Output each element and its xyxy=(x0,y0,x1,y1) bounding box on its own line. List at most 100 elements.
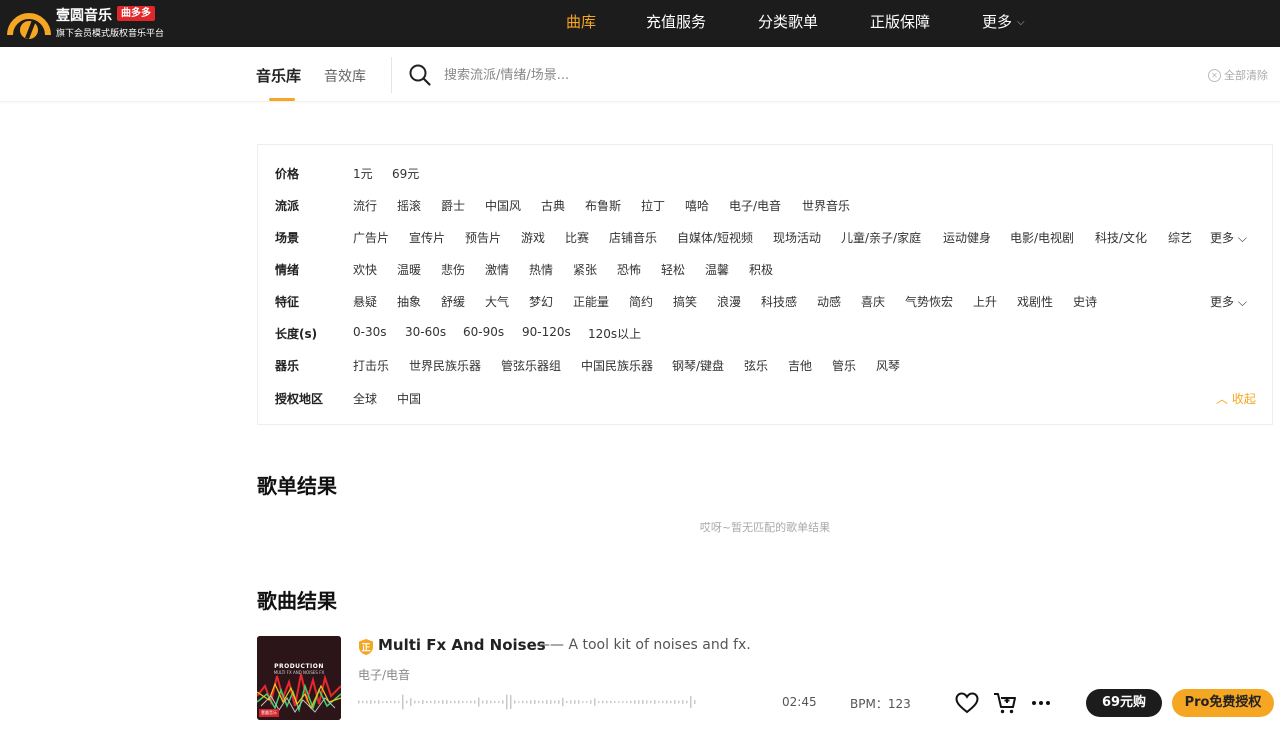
filter-option[interactable]: 史诗 xyxy=(1073,293,1097,310)
filter-option[interactable]: 120s以上 xyxy=(588,325,641,342)
filter-option[interactable]: 大气 xyxy=(485,293,509,310)
more-icon[interactable] xyxy=(1028,690,1054,716)
filter-option[interactable]: 0-30s xyxy=(353,325,387,339)
filter-option[interactable]: 舒缓 xyxy=(441,293,465,310)
filter-option[interactable]: 30-60s xyxy=(405,325,446,339)
filter-option[interactable]: 上升 xyxy=(973,293,997,310)
nav-more[interactable]: 更多 ⌵ xyxy=(982,0,1025,47)
filter-option[interactable]: 吉他 xyxy=(788,357,812,374)
heart-icon[interactable] xyxy=(954,690,980,716)
filter-option[interactable]: 69元 xyxy=(392,165,419,182)
filter-option[interactable]: 世界民族乐器 xyxy=(409,357,481,374)
filter-option[interactable]: 比赛 xyxy=(565,229,589,246)
filter-option[interactable]: 摇滚 xyxy=(397,197,421,214)
waveform-bar xyxy=(506,694,508,710)
filter-option[interactable]: 1元 xyxy=(353,165,373,182)
waveform-bar xyxy=(370,700,372,704)
song-title[interactable]: Multi Fx And Noises xyxy=(378,636,546,654)
waveform-bar xyxy=(538,700,540,704)
waveform-bar xyxy=(634,700,636,704)
more-options-button[interactable]: 更多 ⌵ xyxy=(1210,229,1247,246)
filter-option[interactable]: 喜庆 xyxy=(861,293,885,310)
collapse-button[interactable]: ︿ 收起 xyxy=(1216,390,1256,407)
song-genre-tag[interactable]: 电子/电音 xyxy=(358,666,410,683)
filter-option[interactable]: 综艺 xyxy=(1168,229,1192,246)
filter-option[interactable]: 布鲁斯 xyxy=(585,197,621,214)
search-input[interactable] xyxy=(444,64,1144,86)
filter-option[interactable]: 热情 xyxy=(529,261,553,278)
filter-option[interactable]: 温暖 xyxy=(397,261,421,278)
cart-icon[interactable] xyxy=(992,690,1018,716)
filter-option[interactable]: 悬疑 xyxy=(353,293,377,310)
nav-playlists[interactable]: 分类歌单 xyxy=(758,0,818,47)
filter-option[interactable]: 恐怖 xyxy=(617,261,641,278)
filter-option[interactable]: 浪漫 xyxy=(717,293,741,310)
filter-option[interactable]: 广告片 xyxy=(353,229,389,246)
filter-option[interactable]: 悲伤 xyxy=(441,261,465,278)
waveform-bar xyxy=(474,700,476,704)
filter-option[interactable]: 世界音乐 xyxy=(802,197,850,214)
brand-name[interactable]: 壹圆音乐 xyxy=(56,5,112,25)
pro-license-button[interactable]: Pro免费授权 xyxy=(1172,689,1274,717)
filter-option[interactable]: 搞笑 xyxy=(673,293,697,310)
filter-option[interactable]: 流行 xyxy=(353,197,377,214)
song-cover[interactable]: PRODUCTION MULTI FX AND NOISES FX 壹圆音乐 xyxy=(257,636,341,720)
filter-option[interactable]: 积极 xyxy=(749,261,773,278)
filter-option[interactable]: 正能量 xyxy=(573,293,609,310)
filter-option[interactable]: 现场活动 xyxy=(773,229,821,246)
filter-option[interactable]: 儿童/亲子/家庭 xyxy=(841,229,921,246)
filter-option[interactable]: 管弦乐器组 xyxy=(501,357,561,374)
filter-option[interactable]: 科技感 xyxy=(761,293,797,310)
filter-option[interactable]: 简约 xyxy=(629,293,653,310)
filter-option[interactable]: 中国 xyxy=(397,390,421,407)
filter-option[interactable]: 60-90s xyxy=(463,325,504,339)
buy-button[interactable]: 69元购 xyxy=(1086,689,1162,717)
logo-icon[interactable] xyxy=(6,4,52,42)
filter-option[interactable]: 运动健身 xyxy=(943,229,991,246)
filter-option[interactable]: 弦乐 xyxy=(744,357,768,374)
waveform-bar xyxy=(686,700,688,704)
filter-option[interactable]: 全球 xyxy=(353,390,377,407)
filter-option[interactable]: 电子/电音 xyxy=(729,197,781,214)
filter-option[interactable]: 自媒体/短视频 xyxy=(677,229,753,246)
filter-option[interactable]: 爵士 xyxy=(441,197,465,214)
filter-option[interactable]: 90-120s xyxy=(522,325,571,339)
filter-option[interactable]: 欢快 xyxy=(353,261,377,278)
filter-option[interactable]: 紧张 xyxy=(573,261,597,278)
filter-option[interactable]: 宣传片 xyxy=(409,229,445,246)
filter-option[interactable]: 古典 xyxy=(541,197,565,214)
filter-option[interactable]: 打击乐 xyxy=(353,357,389,374)
filter-option[interactable]: 气势恢宏 xyxy=(905,293,953,310)
filter-option[interactable]: 戏剧性 xyxy=(1017,293,1053,310)
search-icon[interactable] xyxy=(408,63,432,87)
more-options-button[interactable]: 更多 ⌵ xyxy=(1210,293,1247,310)
tab-sound-effects[interactable]: 音效库 xyxy=(324,66,366,86)
filter-option[interactable]: 轻松 xyxy=(661,261,685,278)
filter-option[interactable]: 钢琴/键盘 xyxy=(672,357,724,374)
filter-option[interactable]: 中国民族乐器 xyxy=(581,357,653,374)
filter-option[interactable]: 动感 xyxy=(817,293,841,310)
nav-recharge[interactable]: 充值服务 xyxy=(646,0,706,47)
nav-library[interactable]: 曲库 xyxy=(566,0,596,47)
filter-option[interactable]: 梦幻 xyxy=(529,293,553,310)
waveform-player[interactable] xyxy=(358,692,698,712)
filter-option[interactable]: 电影/电视剧 xyxy=(1010,229,1074,246)
empty-playlist-message: 哎呀~暂无匹配的歌单结果 xyxy=(699,521,831,534)
tab-music-library[interactable]: 音乐库 xyxy=(256,65,301,86)
filter-option[interactable]: 游戏 xyxy=(521,229,545,246)
filter-option[interactable]: 中国风 xyxy=(485,197,521,214)
filter-option[interactable]: 科技/文化 xyxy=(1095,229,1147,246)
search-bar: 音乐库 音效库 ✕ 全部清除 xyxy=(0,47,1280,102)
filter-option[interactable]: 预告片 xyxy=(465,229,501,246)
filter-option[interactable]: 拉丁 xyxy=(641,197,665,214)
filter-option[interactable]: 店铺音乐 xyxy=(609,229,657,246)
filter-option[interactable]: 风琴 xyxy=(876,357,900,374)
filter-option[interactable]: 管乐 xyxy=(832,357,856,374)
filter-option[interactable]: 激情 xyxy=(485,261,509,278)
clear-all-button[interactable]: ✕ 全部清除 xyxy=(1208,67,1268,83)
nav-copyright[interactable]: 正版保障 xyxy=(870,0,930,47)
filter-option[interactable]: 抽象 xyxy=(397,293,421,310)
filter-option[interactable]: 嘻哈 xyxy=(685,197,709,214)
filter-option[interactable]: 温馨 xyxy=(705,261,729,278)
filter-panel: 价格 1元 69元 流派 流行 摇滚 爵士 中国风 古典 布鲁斯 拉丁 嘻哈 电… xyxy=(257,144,1273,425)
